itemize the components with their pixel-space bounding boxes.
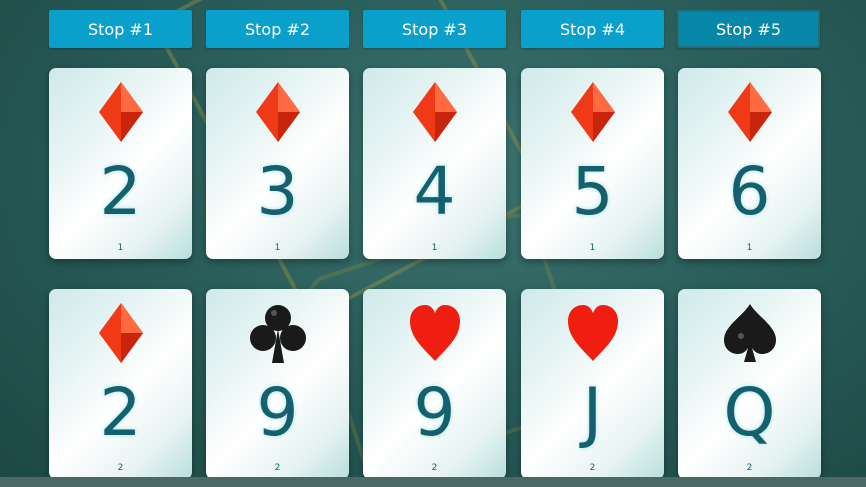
card-row2-col1[interactable]: 2 2 xyxy=(49,289,192,479)
stop-2-button[interactable]: Stop #2 xyxy=(206,10,349,48)
bottom-strip xyxy=(0,477,866,487)
card-row2-col4[interactable]: J 2 xyxy=(521,289,664,479)
stop-5-button[interactable]: Stop #5 xyxy=(677,10,820,48)
diamond-icon xyxy=(521,76,664,148)
card-rank: 9 xyxy=(256,374,299,451)
card-rank: 2 xyxy=(99,153,142,230)
diamond-icon xyxy=(678,76,821,148)
diamond-icon xyxy=(206,76,349,148)
card-rank: 4 xyxy=(413,153,456,230)
heart-icon xyxy=(363,297,506,369)
diamond-icon xyxy=(49,297,192,369)
club-icon xyxy=(206,297,349,369)
card-index: 2 xyxy=(431,463,438,473)
card-row1-col3[interactable]: 4 1 xyxy=(363,68,506,259)
diamond-icon xyxy=(49,76,192,148)
card-rank: 3 xyxy=(256,153,299,230)
heart-icon xyxy=(521,297,664,369)
card-index: 1 xyxy=(117,243,124,253)
stop-3-button[interactable]: Stop #3 xyxy=(363,10,506,48)
card-rank: 2 xyxy=(99,374,142,451)
card-index: 1 xyxy=(274,243,281,253)
card-rank: J xyxy=(582,374,603,451)
stop-1-button[interactable]: Stop #1 xyxy=(49,10,192,48)
card-row1-col2[interactable]: 3 1 xyxy=(206,68,349,259)
card-index: 1 xyxy=(589,243,596,253)
card-index: 2 xyxy=(274,463,281,473)
card-rank: 6 xyxy=(728,153,771,230)
card-row2-col2[interactable]: 9 2 xyxy=(206,289,349,479)
card-row1-col4[interactable]: 5 1 xyxy=(521,68,664,259)
card-index: 1 xyxy=(431,243,438,253)
card-rank: 9 xyxy=(413,374,456,451)
card-rank: Q xyxy=(723,374,776,451)
card-index: 2 xyxy=(117,463,124,473)
card-row2-col5[interactable]: Q 2 xyxy=(678,289,821,479)
card-row1-col1[interactable]: 2 1 xyxy=(49,68,192,259)
card-row1-col5[interactable]: 6 1 xyxy=(678,68,821,259)
spade-icon xyxy=(678,297,821,369)
card-index: 1 xyxy=(746,243,753,253)
card-index: 2 xyxy=(746,463,753,473)
card-rank: 5 xyxy=(571,153,614,230)
diamond-icon xyxy=(363,76,506,148)
card-row2-col3[interactable]: 9 2 xyxy=(363,289,506,479)
card-index: 2 xyxy=(589,463,596,473)
stop-4-button[interactable]: Stop #4 xyxy=(521,10,664,48)
